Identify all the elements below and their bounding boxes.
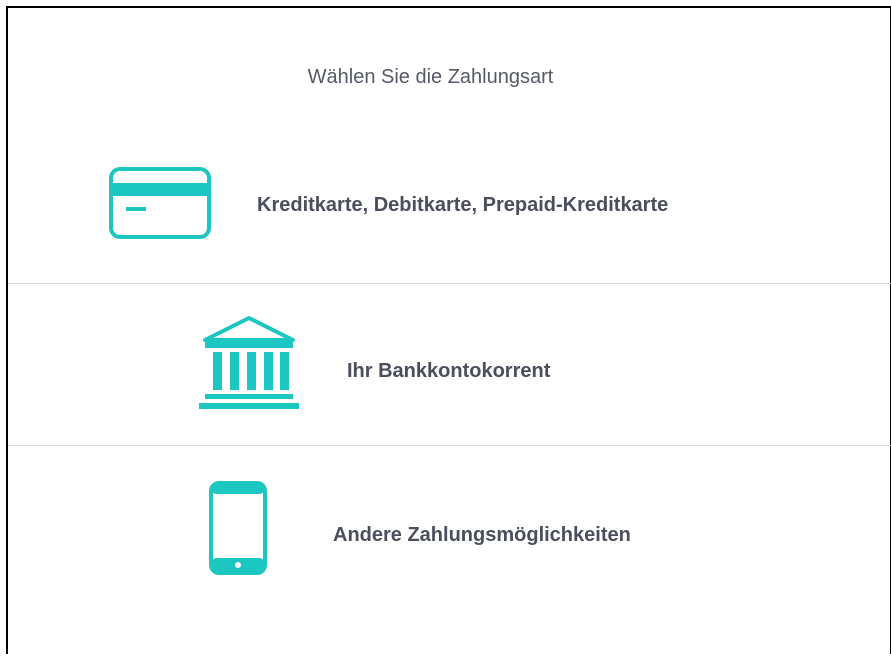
page-title: Wählen Sie die Zahlungsart	[307, 66, 554, 88]
payment-method-panel: Wählen Sie die Zahlungsart Kreditkarte, …	[6, 6, 891, 654]
mobile-phone-icon	[208, 480, 268, 576]
option-label-bank-account: Ihr Bankkontokorrent	[347, 360, 551, 382]
option-label-credit-card: Kreditkarte, Debitkarte, Prepaid-Kreditk…	[257, 194, 669, 216]
credit-card-icon	[108, 166, 212, 240]
option-other-payment[interactable]: Andere Zahlungsmöglichkeiten	[8, 446, 891, 656]
option-bank-account[interactable]: Ihr Bankkontokorrent	[8, 284, 891, 445]
option-credit-card[interactable]: Kreditkarte, Debitkarte, Prepaid-Kreditk…	[8, 128, 891, 283]
bank-icon	[197, 314, 301, 410]
option-label-other-payment: Andere Zahlungsmöglichkeiten	[333, 524, 631, 546]
